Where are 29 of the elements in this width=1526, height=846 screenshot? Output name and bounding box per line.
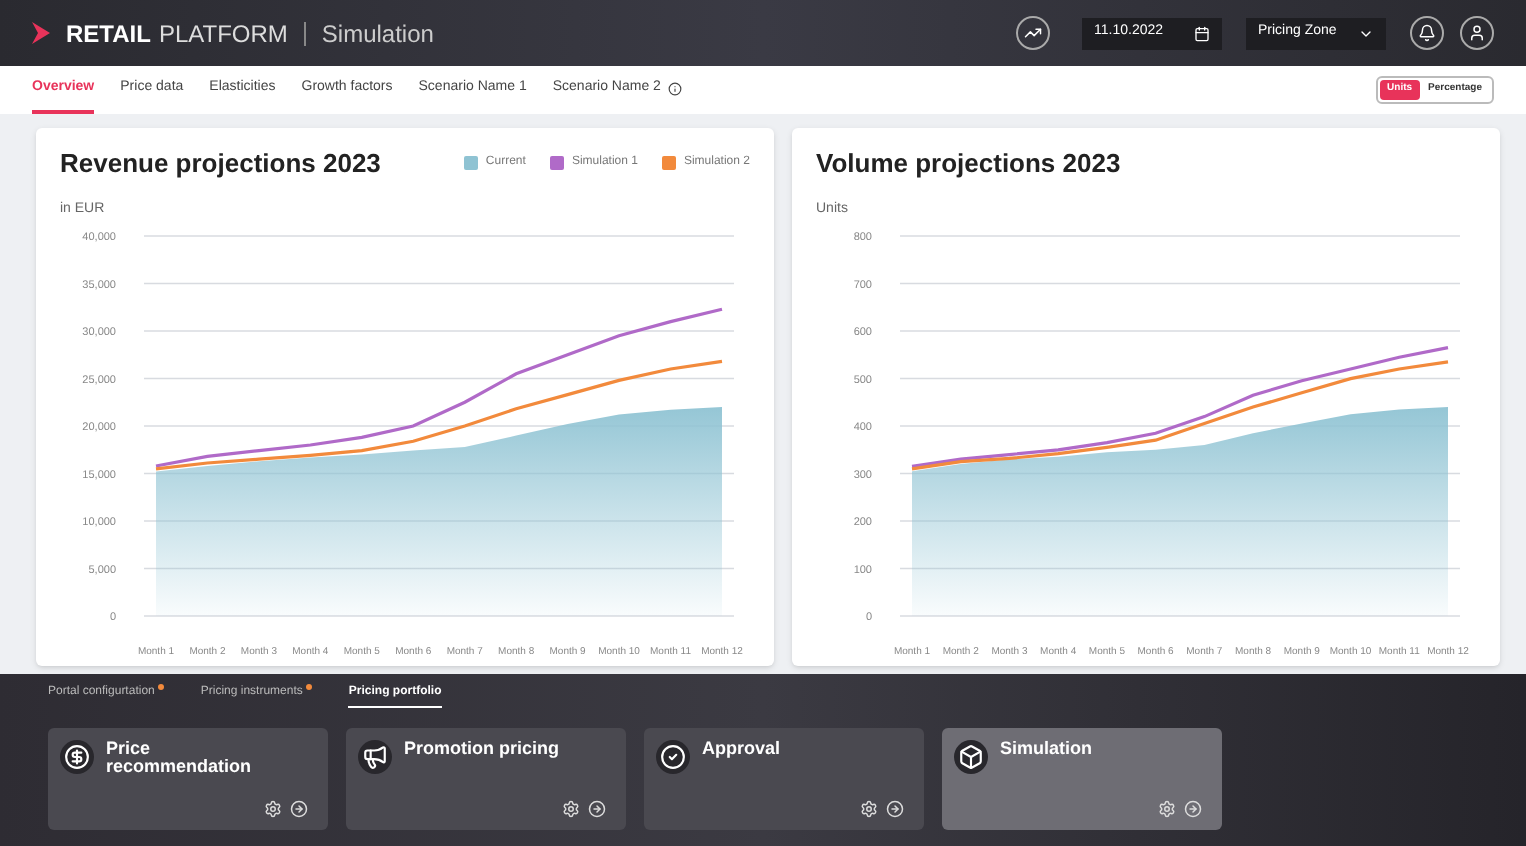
chart-title: Revenue projections 2023 — [60, 146, 381, 182]
module-title: Approval — [702, 740, 783, 758]
section-title: Simulation — [321, 17, 434, 51]
module-title: Simulation — [1000, 740, 1095, 758]
bell-icon — [1418, 24, 1436, 42]
brand-bold: RETAIL — [66, 17, 151, 51]
trend-icon — [1024, 24, 1042, 42]
module-card[interactable]: Simulation — [942, 728, 1222, 830]
module-card[interactable]: Price recommendation — [48, 728, 328, 830]
notifications-button[interactable] — [1410, 16, 1444, 50]
brand-light: PLATFORM — [158, 17, 288, 51]
arrow-circle-icon[interactable] — [588, 800, 606, 818]
user-icon — [1468, 24, 1486, 42]
module-title: Promotion pricing — [404, 740, 561, 758]
arrow-circle-icon[interactable] — [1184, 800, 1202, 818]
logo-icon — [32, 22, 50, 44]
calendar-icon — [1194, 25, 1210, 41]
arrow-circle-icon[interactable] — [290, 800, 308, 818]
settings-icon[interactable] — [860, 800, 878, 818]
user-button[interactable] — [1460, 16, 1494, 50]
module-title: Price recommendation — [106, 740, 254, 776]
settings-icon[interactable] — [562, 800, 580, 818]
settings-icon[interactable] — [264, 800, 282, 818]
module-card[interactable]: Approval — [644, 728, 924, 830]
arrow-circle-icon[interactable] — [886, 800, 904, 818]
module-card[interactable]: Promotion pricing — [346, 728, 626, 830]
chart-title: Volume projections 2023 — [816, 146, 1121, 182]
trend-button[interactable] — [1016, 16, 1050, 50]
settings-icon[interactable] — [1158, 800, 1176, 818]
